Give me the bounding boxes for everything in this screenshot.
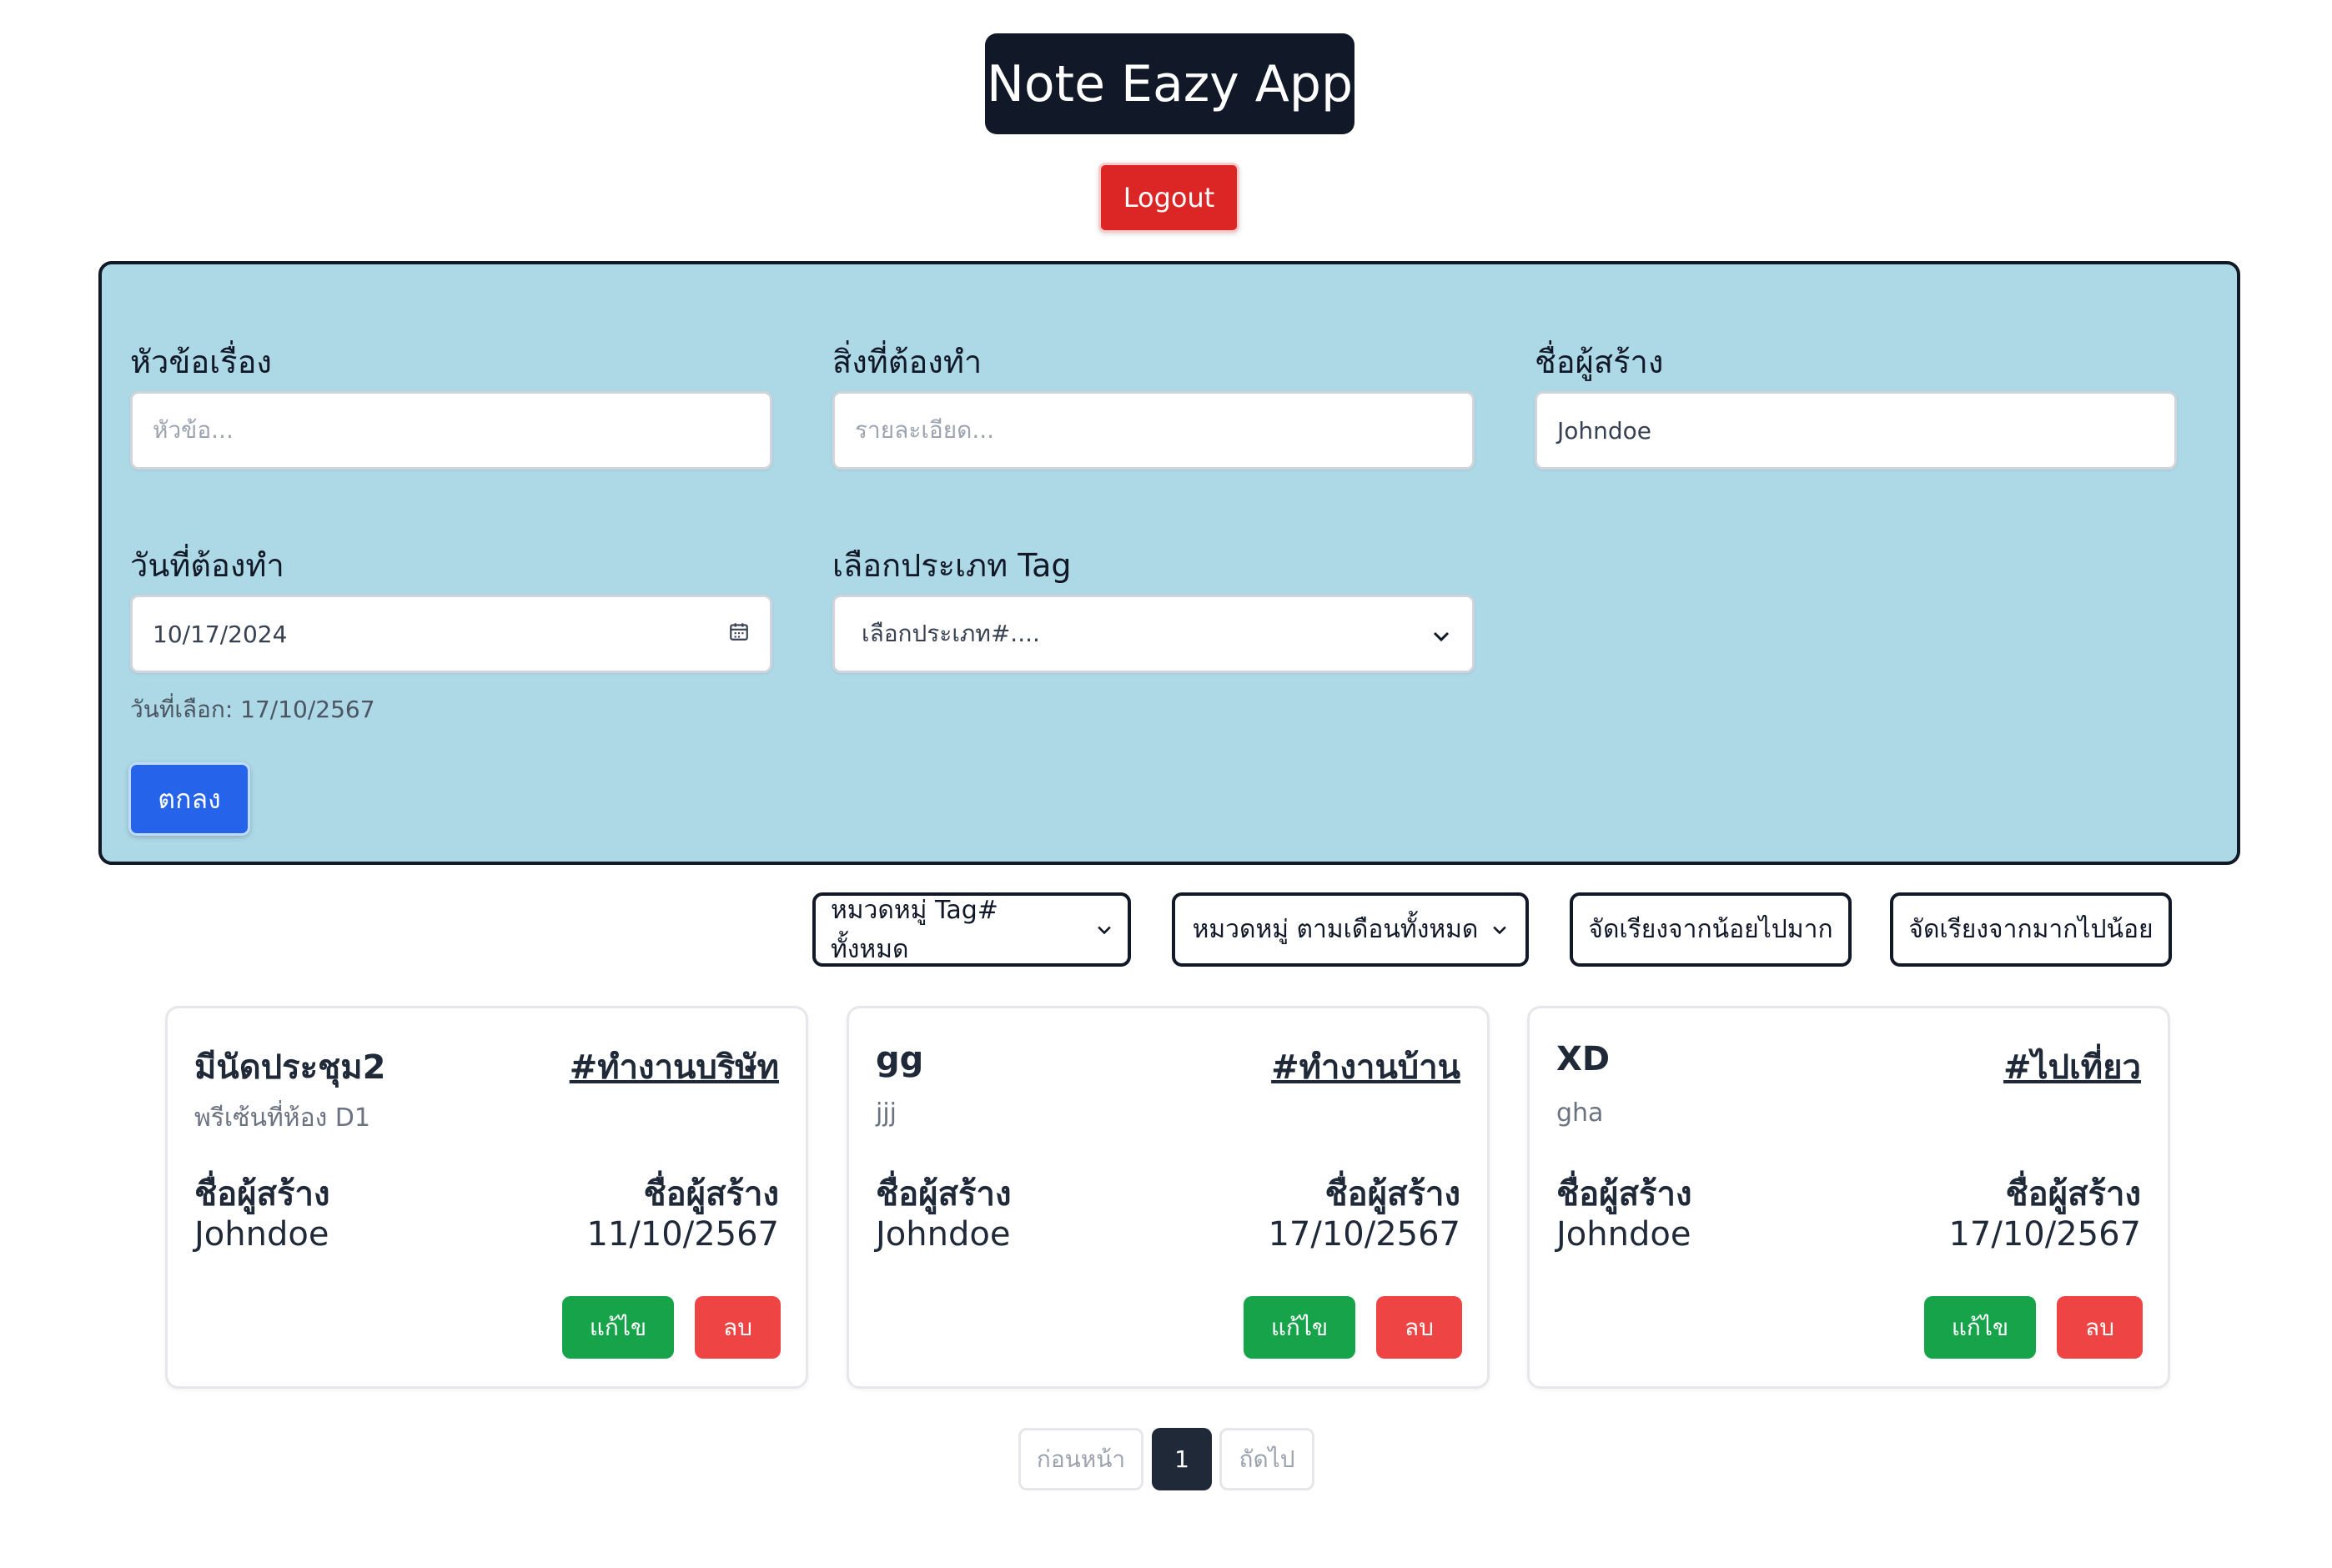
note-date: 11/10/2567 bbox=[586, 1215, 779, 1254]
note-author: Johndoe bbox=[1556, 1215, 1691, 1254]
calendar-icon[interactable] bbox=[728, 621, 750, 648]
logout-button[interactable]: Logout bbox=[1098, 163, 1239, 233]
note-card: มีนัดประชุม2 #ทำงานบริษัท พรีเซ้นที่ห้อง… bbox=[165, 1006, 808, 1389]
note-tag[interactable]: #ทำงานบ้าน bbox=[1271, 1040, 1460, 1093]
delete-button[interactable]: ลบ bbox=[2057, 1296, 2143, 1359]
chevron-down-icon bbox=[1096, 919, 1113, 940]
author-input[interactable]: Johndoe bbox=[1535, 391, 2177, 470]
tag-filter-select[interactable]: หมวดหมู่ Tag# ทั้งหมด bbox=[812, 892, 1131, 967]
date-input[interactable]: 10/17/2024 bbox=[130, 595, 772, 673]
author-label: ชื่อผู้สร้าง bbox=[194, 1175, 330, 1214]
note-description: พรีเซ้นที่ห้อง D1 bbox=[194, 1103, 370, 1133]
date-label: ชื่อผู้สร้าง bbox=[1324, 1175, 1461, 1214]
edit-button[interactable]: แก้ไข bbox=[562, 1296, 674, 1359]
note-form-panel: หัวข้อเรื่อง หัวข้อ... สิ่งที่ต้องทำ ราย… bbox=[98, 261, 2240, 865]
delete-button[interactable]: ลบ bbox=[1376, 1296, 1462, 1359]
note-description: gha bbox=[1556, 1098, 1604, 1128]
note-tag[interactable]: #ไปเที่ยว bbox=[2003, 1040, 2141, 1093]
note-author: Johndoe bbox=[876, 1215, 1011, 1254]
month-filter-select[interactable]: หมวดหมู่ ตามเดือนทั้งหมด bbox=[1172, 892, 1529, 967]
todo-label: สิ่งที่ต้องทำ bbox=[832, 344, 983, 380]
tag-select[interactable]: เลือกประเภท#.... bbox=[832, 595, 1475, 673]
page-1-button[interactable]: 1 bbox=[1152, 1428, 1212, 1490]
note-title: gg bbox=[876, 1040, 924, 1078]
date-label: ชื่อผู้สร้าง bbox=[2005, 1175, 2142, 1214]
note-title: มีนัดประชุม2 bbox=[194, 1048, 386, 1087]
edit-button[interactable]: แก้ไข bbox=[1244, 1296, 1355, 1359]
note-tag[interactable]: #ทำงานบริษัท bbox=[570, 1040, 779, 1093]
title-input[interactable]: หัวข้อ... bbox=[130, 391, 772, 470]
prev-page-button[interactable]: ก่อนหน้า bbox=[1018, 1428, 1143, 1490]
submit-button[interactable]: ตกลง bbox=[128, 762, 250, 836]
title-label: หัวข้อเรื่อง bbox=[130, 344, 272, 380]
date-label: ชื่อผู้สร้าง bbox=[643, 1175, 780, 1214]
tag-select-value: เลือกประเภท#.... bbox=[862, 620, 1040, 647]
tag-filter-value: หมวดหมู่ Tag# ทั้งหมด bbox=[831, 895, 998, 964]
note-description: jjj bbox=[876, 1098, 897, 1128]
chevron-down-icon bbox=[1432, 621, 1450, 648]
note-title: XD bbox=[1556, 1040, 1611, 1078]
date-input-value: 10/17/2024 bbox=[153, 620, 288, 648]
note-card: XD #ไปเที่ยว gha ชื่อผู้สร้าง ชื่อผู้สร้… bbox=[1527, 1006, 2170, 1389]
next-page-button[interactable]: ถัดไป bbox=[1219, 1428, 1314, 1490]
month-filter-value: หมวดหมู่ ตามเดือนทั้งหมด bbox=[1192, 915, 1479, 944]
date-label: วันที่ต้องทำ bbox=[130, 547, 284, 584]
author-label: ชื่อผู้สร้าง bbox=[1556, 1175, 1692, 1214]
edit-button[interactable]: แก้ไข bbox=[1924, 1296, 2036, 1359]
author-label: ชื่อผู้สร้าง bbox=[876, 1175, 1012, 1214]
selected-date-hint: วันที่เลือก: 17/10/2567 bbox=[130, 696, 375, 723]
tag-label: เลือกประเภท Tag bbox=[832, 547, 1072, 584]
app-title: Note Eazy App bbox=[985, 33, 1354, 134]
note-author: Johndoe bbox=[194, 1215, 329, 1254]
sort-ascending-button[interactable]: จัดเรียงจากน้อยไปมาก bbox=[1570, 892, 1852, 967]
author-label: ชื่อผู้สร้าง bbox=[1535, 344, 1664, 380]
chevron-down-icon bbox=[1491, 919, 1508, 940]
note-card: gg #ทำงานบ้าน jjj ชื่อผู้สร้าง ชื่อผู้สร… bbox=[847, 1006, 1490, 1389]
note-date: 17/10/2567 bbox=[1268, 1215, 1460, 1254]
note-date: 17/10/2567 bbox=[1948, 1215, 2141, 1254]
sort-descending-button[interactable]: จัดเรียงจากมากไปน้อย bbox=[1890, 892, 2172, 967]
delete-button[interactable]: ลบ bbox=[695, 1296, 781, 1359]
todo-input[interactable]: รายละเอียด... bbox=[832, 391, 1475, 470]
